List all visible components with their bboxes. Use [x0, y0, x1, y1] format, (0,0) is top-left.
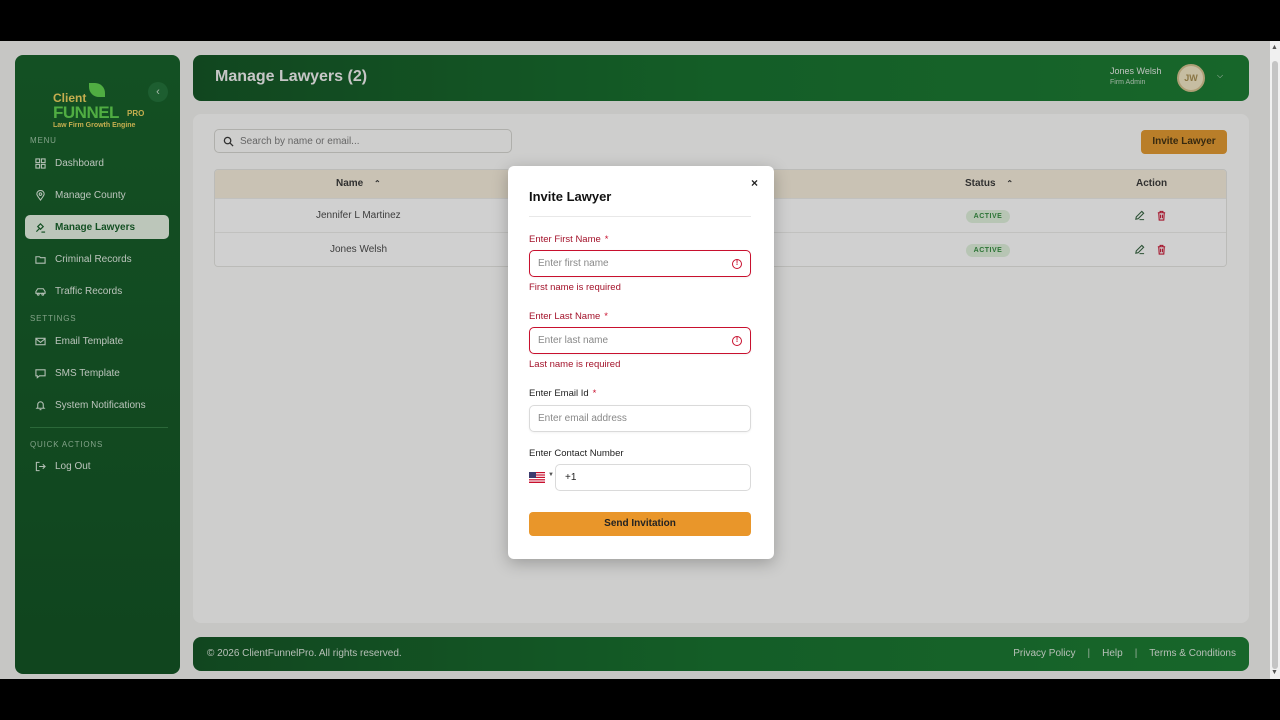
label-text: Enter Email Id	[529, 388, 589, 399]
error-icon: !	[732, 259, 742, 269]
required-mark: *	[592, 388, 597, 399]
invite-lawyer-modal: Invite Lawyer × Enter First Name * Enter …	[508, 166, 774, 559]
first-name-field[interactable]: Enter first name !	[529, 250, 751, 277]
first-name-error: First name is required	[529, 282, 621, 293]
email-field[interactable]: Enter email address	[529, 405, 751, 432]
input-placeholder: Enter first name	[538, 258, 609, 269]
us-flag-icon[interactable]	[529, 472, 545, 483]
required-mark: *	[604, 311, 608, 322]
label-text: Enter First Name	[529, 234, 601, 245]
label-text: Enter Last Name	[529, 311, 601, 322]
error-icon: !	[732, 336, 742, 346]
last-name-field[interactable]: Enter last name !	[529, 327, 751, 354]
contact-number-label: Enter Contact Number	[529, 448, 624, 459]
scrollbar[interactable]: ▲ ▼	[1270, 41, 1280, 679]
last-name-label: Enter Last Name *	[529, 311, 608, 322]
last-name-error: Last name is required	[529, 359, 621, 370]
modal-divider	[529, 216, 751, 217]
scroll-up-icon[interactable]: ▲	[1271, 44, 1278, 51]
chevron-down-icon[interactable]: ▼	[548, 472, 554, 478]
phone-input[interactable]: +1	[555, 464, 751, 491]
first-name-label: Enter First Name *	[529, 234, 609, 245]
app-screen: Client FUNNEL PRO Law Firm Growth Engine…	[0, 41, 1280, 679]
scrollbar-thumb[interactable]	[1272, 61, 1278, 669]
send-invitation-button[interactable]: Send Invitation	[529, 512, 751, 536]
input-placeholder: Enter last name	[538, 335, 609, 346]
email-label: Enter Email Id *	[529, 388, 596, 399]
required-mark: *	[604, 234, 609, 245]
scroll-down-icon[interactable]: ▼	[1271, 669, 1278, 676]
close-icon[interactable]: ×	[751, 176, 758, 190]
input-placeholder: Enter email address	[538, 413, 627, 424]
modal-title: Invite Lawyer	[529, 189, 612, 204]
